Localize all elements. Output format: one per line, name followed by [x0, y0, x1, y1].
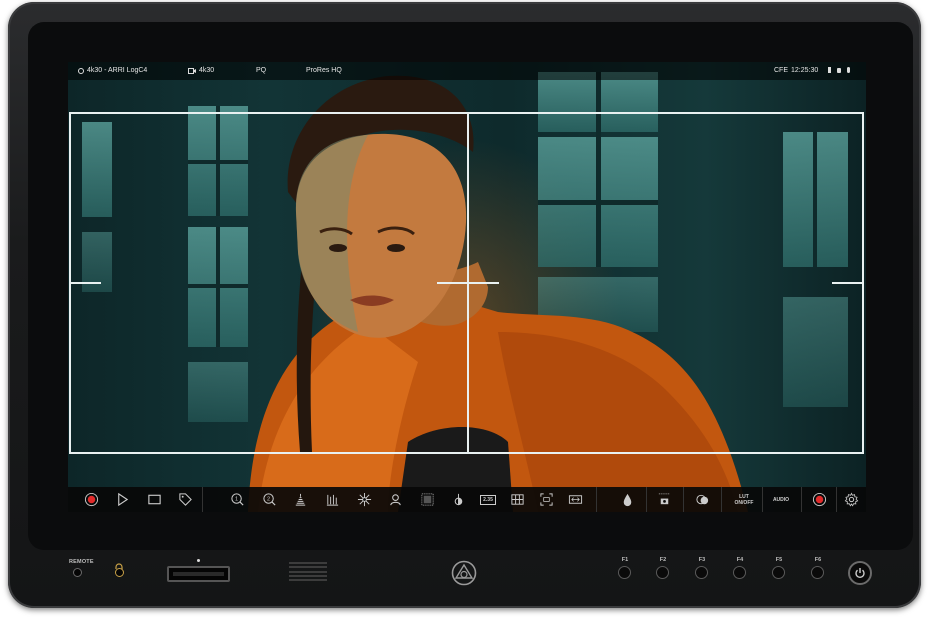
focus-peaking-icon[interactable]	[355, 491, 373, 508]
f3-label: F3	[698, 557, 706, 563]
svg-text:2: 2	[267, 496, 270, 502]
record-format-status: 4k30	[188, 67, 214, 74]
f1-button[interactable]	[618, 566, 631, 579]
settings-icon[interactable]	[842, 491, 860, 508]
f2-label: F2	[659, 557, 667, 563]
aspect-ratio-label: 2.35	[480, 494, 496, 505]
grid-icon[interactable]	[508, 491, 526, 508]
slot-indicator	[197, 559, 200, 562]
timecode-label: 12:25:30	[791, 67, 819, 74]
stop-icon[interactable]	[145, 491, 163, 508]
overlay-toggle-icon[interactable]	[693, 491, 711, 508]
camera-icon	[188, 67, 196, 74]
f5-label: F5	[775, 557, 783, 563]
speaker-grille	[289, 562, 327, 584]
f4-button[interactable]	[733, 566, 746, 579]
lut-on-off-button[interactable]: LUT ON/OFF	[732, 491, 756, 508]
svg-text:1: 1	[235, 496, 238, 502]
audio-button[interactable]: AUDIO	[769, 491, 793, 508]
center-cross-horizontal	[437, 282, 499, 284]
f6-label: F6	[814, 557, 822, 563]
f1-label: F1	[621, 557, 629, 563]
left-tick	[69, 282, 101, 284]
frame-guides-icon[interactable]	[537, 491, 555, 508]
codec-label: ProRes HQ	[306, 67, 342, 74]
temperature-icon	[847, 67, 850, 73]
drop-icon[interactable]	[618, 491, 636, 508]
zoom-2-icon[interactable]: 2	[260, 491, 278, 508]
status-icons	[828, 67, 850, 73]
lock-icon	[837, 67, 841, 73]
transfer-label: PQ	[256, 67, 267, 74]
skin-tone-icon[interactable]	[386, 491, 404, 508]
media-card-slot[interactable]	[167, 566, 230, 582]
waveform-icon[interactable]	[291, 491, 309, 508]
right-tick	[832, 282, 864, 284]
f4-label: F4	[736, 557, 744, 563]
media-label: CFE	[774, 67, 788, 74]
anamorphic-icon[interactable]	[566, 491, 584, 508]
battery-icon	[828, 67, 831, 73]
play-icon[interactable]	[113, 491, 131, 508]
aspect-ratio-icon[interactable]: 2.35	[479, 491, 497, 508]
headphone-jack[interactable]	[115, 568, 124, 577]
input-icon	[78, 67, 84, 74]
power-icon	[855, 568, 865, 579]
f3-button[interactable]	[695, 566, 708, 579]
f5-button[interactable]	[772, 566, 785, 579]
input-format-label: 4k30 - ARRI LogC4	[87, 67, 148, 74]
exposure-icon[interactable]	[449, 491, 467, 508]
audio-label: AUDIO	[772, 496, 790, 503]
tag-icon[interactable]	[176, 491, 194, 508]
lut-onoff-label: ON/OFF	[734, 499, 754, 506]
input-status: 4k30 - ARRI LogC4	[78, 67, 147, 74]
power-button[interactable]	[848, 561, 872, 585]
f2-button[interactable]	[656, 566, 669, 579]
false-color-icon[interactable]	[418, 491, 436, 508]
remote-label: REMOTE	[69, 559, 94, 565]
snapshot-icon[interactable]	[655, 491, 673, 508]
record-format-label: 4k30	[199, 67, 215, 74]
status-bar: 4k30 - ARRI LogC4 4k30 PQ ProRes HQ CFE …	[68, 62, 866, 80]
record-indicator-icon[interactable]	[82, 491, 100, 508]
record-button[interactable]	[810, 491, 828, 508]
atomos-logo-icon	[450, 560, 478, 586]
zoom-1-icon[interactable]: 1	[228, 491, 246, 508]
media-status: CFE 12:25:30	[774, 67, 818, 74]
remote-jack[interactable]	[73, 568, 82, 577]
parade-icon[interactable]	[323, 491, 341, 508]
bottom-toolbar: 1 2 2.35 LUT ON/OFF AUDIO	[68, 487, 866, 512]
monitor-screen[interactable]: 4k30 - ARRI LogC4 4k30 PQ ProRes HQ CFE …	[68, 62, 866, 512]
f6-button[interactable]	[811, 566, 824, 579]
